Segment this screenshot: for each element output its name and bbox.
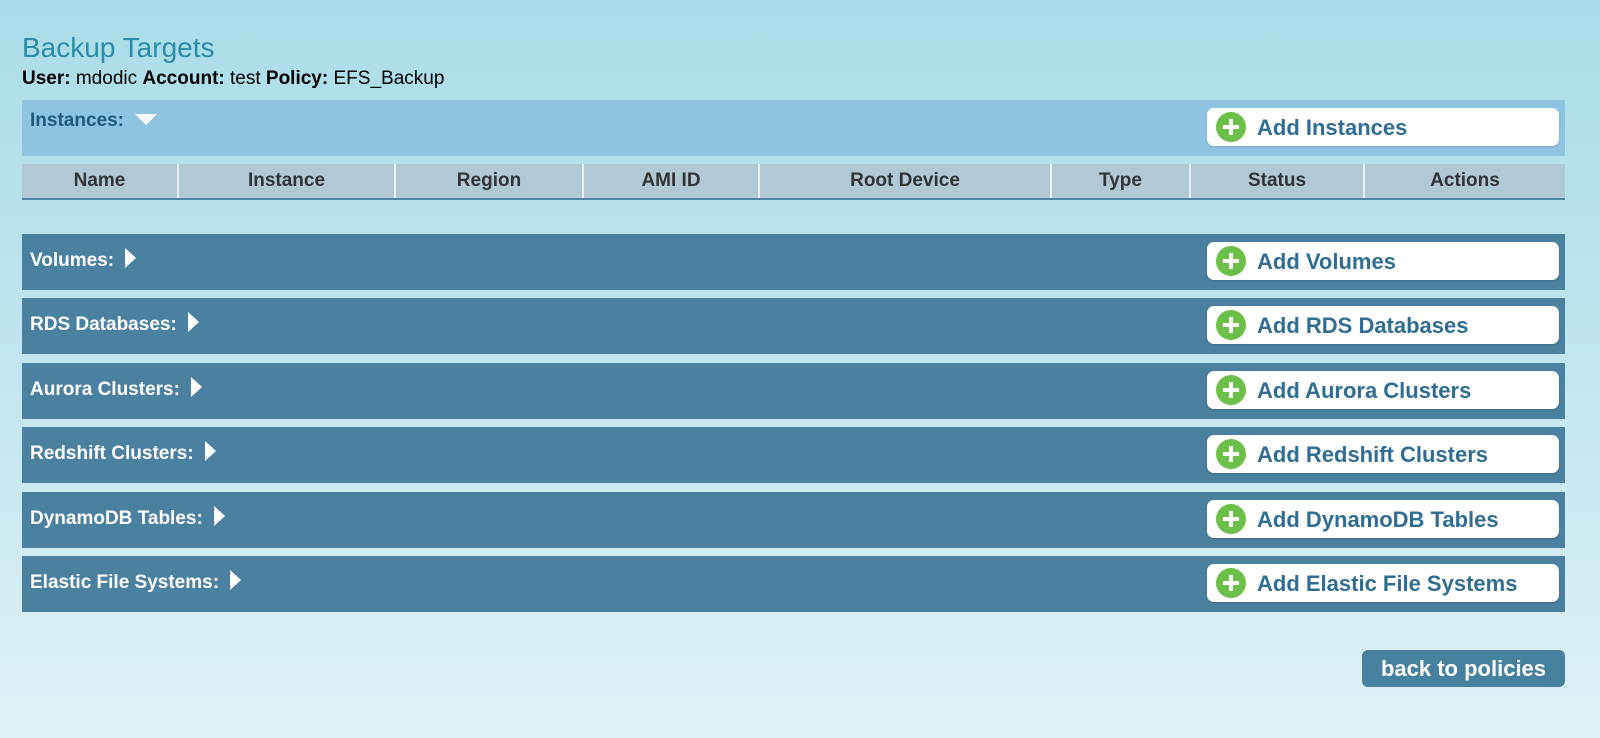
dynamodb-tables-toggle[interactable]: DynamoDB Tables: [30, 506, 226, 532]
dynamodb-tables-section: DynamoDB Tables: Add DynamoDB Tables [22, 492, 1565, 548]
back-to-policies-button[interactable]: back to policies [1362, 650, 1565, 687]
plus-circle-icon [1215, 374, 1247, 411]
add-rds-databases-button[interactable]: Add RDS Databases [1207, 306, 1559, 344]
add-instances-label: Add Instances [1257, 115, 1408, 140]
policy-key: Policy: [265, 68, 329, 89]
add-instances-button[interactable]: Add Instances [1207, 108, 1559, 146]
triangle-right-icon [204, 441, 217, 467]
aurora-clusters-section: Aurora Clusters: Add Aurora Clusters [22, 363, 1565, 419]
add-aurora-clusters-button[interactable]: Add Aurora Clusters [1207, 371, 1559, 409]
aurora-clusters-label: Aurora Clusters: [30, 379, 180, 400]
volumes-label: Volumes: [30, 250, 115, 271]
page-title: Backup Targets [22, 32, 215, 63]
add-elastic-file-systems-label: Add Elastic File Systems [1257, 571, 1518, 596]
context-line: User: mdodic Account: test Policy: EFS_B… [22, 68, 444, 90]
volumes-toggle[interactable]: Volumes: [30, 248, 137, 274]
add-redshift-clusters-label: Add Redshift Clusters [1257, 442, 1489, 467]
instances-section: Instances: Add Instances [22, 100, 1565, 156]
policy-value: EFS_Backup [333, 68, 445, 89]
column-header-instance[interactable]: Instance [179, 164, 396, 198]
user-key: User: [22, 68, 71, 89]
elastic-file-systems-toggle[interactable]: Elastic File Systems: [30, 570, 242, 596]
aurora-clusters-toggle[interactable]: Aurora Clusters: [30, 377, 203, 403]
instances-table-header: Name Instance Region AMI ID Root Device … [22, 164, 1565, 200]
triangle-right-icon [214, 506, 226, 532]
add-volumes-button[interactable]: Add Volumes [1207, 242, 1559, 280]
redshift-clusters-toggle[interactable]: Redshift Clusters: [30, 441, 217, 467]
instances-toggle[interactable]: Instances: [30, 110, 158, 132]
triangle-right-icon [125, 248, 137, 274]
triangle-right-icon [230, 570, 242, 596]
column-header-ami-id[interactable]: AMI ID [584, 164, 760, 198]
rds-databases-label: RDS Databases: [30, 314, 177, 335]
triangle-right-icon [188, 312, 200, 338]
user-value: mdodic [75, 68, 138, 89]
add-aurora-clusters-label: Add Aurora Clusters [1257, 378, 1472, 403]
elastic-file-systems-section: Elastic File Systems: Add Elastic File S… [22, 556, 1565, 612]
elastic-file-systems-label: Elastic File Systems: [30, 572, 220, 593]
add-rds-databases-label: Add RDS Databases [1257, 313, 1469, 338]
column-header-actions[interactable]: Actions [1365, 164, 1565, 198]
plus-circle-icon [1215, 438, 1247, 475]
account-key: Account: [142, 68, 225, 89]
add-dynamodb-tables-button[interactable]: Add DynamoDB Tables [1207, 500, 1559, 538]
column-header-root-device[interactable]: Root Device [760, 164, 1052, 198]
triangle-right-icon [191, 377, 203, 403]
add-volumes-label: Add Volumes [1257, 249, 1396, 274]
add-elastic-file-systems-button[interactable]: Add Elastic File Systems [1207, 564, 1559, 602]
column-header-type[interactable]: Type [1052, 164, 1191, 198]
add-redshift-clusters-button[interactable]: Add Redshift Clusters [1207, 435, 1559, 473]
plus-circle-icon [1215, 111, 1247, 148]
redshift-clusters-section: Redshift Clusters: Add Redshift Clusters [22, 427, 1565, 483]
add-dynamodb-tables-label: Add DynamoDB Tables [1257, 507, 1499, 532]
column-header-region[interactable]: Region [396, 164, 584, 198]
column-header-name[interactable]: Name [22, 164, 179, 198]
plus-circle-icon [1215, 567, 1247, 604]
dynamodb-tables-label: DynamoDB Tables: [30, 508, 203, 529]
volumes-section: Volumes: Add Volumes [22, 234, 1565, 290]
account-value: test [230, 68, 261, 89]
rds-databases-section: RDS Databases: Add RDS Databases [22, 298, 1565, 354]
rds-databases-toggle[interactable]: RDS Databases: [30, 312, 200, 338]
plus-circle-icon [1215, 309, 1247, 346]
redshift-clusters-label: Redshift Clusters: [30, 443, 194, 464]
plus-circle-icon [1215, 245, 1247, 282]
triangle-down-icon [135, 110, 158, 132]
column-header-status[interactable]: Status [1191, 164, 1365, 198]
plus-circle-icon [1215, 503, 1247, 540]
instances-label: Instances: [30, 110, 124, 131]
